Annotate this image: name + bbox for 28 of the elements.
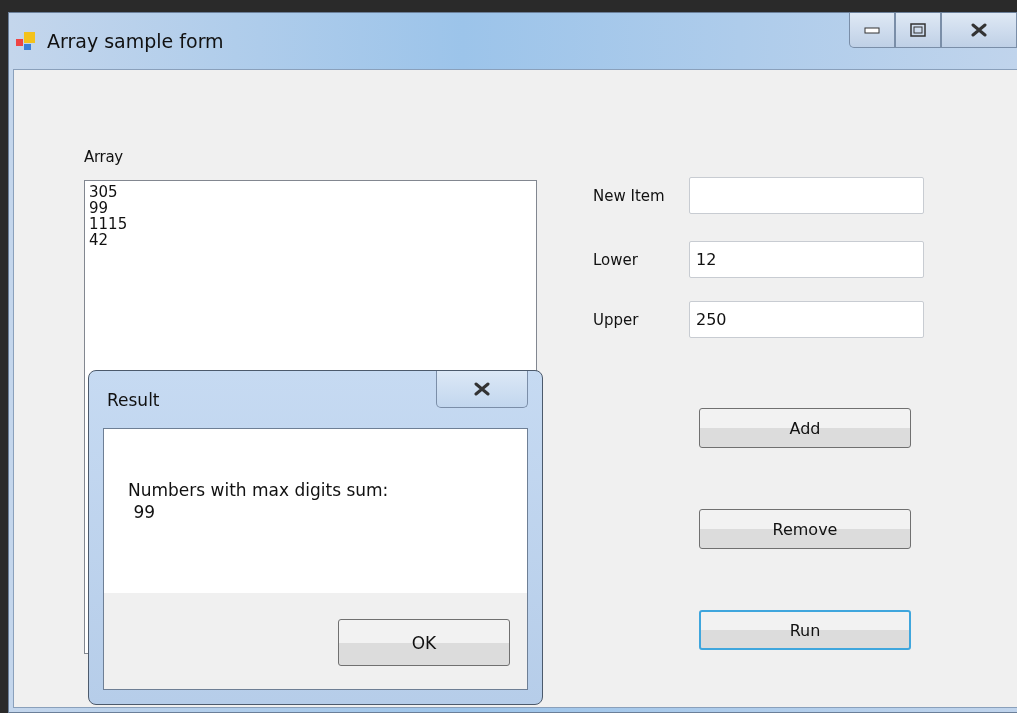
message-text: 99 <box>132 501 157 523</box>
dialog-title: Result <box>106 389 160 410</box>
close-button[interactable] <box>941 13 1017 48</box>
window-title: Array sample form <box>47 30 224 52</box>
field-label: New Item <box>593 186 666 205</box>
input-field[interactable]: 250 <box>689 301 924 338</box>
list-label: Array <box>84 148 124 166</box>
field-label: Upper <box>593 310 640 329</box>
action-button[interactable]: Run <box>699 610 911 650</box>
close-button[interactable] <box>436 371 528 408</box>
input-field[interactable] <box>689 177 924 214</box>
app-icon <box>15 30 37 52</box>
message-text: Numbers with max digits sum: <box>128 479 390 501</box>
field-label: Lower <box>593 250 639 269</box>
ok-button[interactable]: OK <box>338 619 510 666</box>
minimize-button[interactable] <box>849 13 895 48</box>
close-icon <box>473 382 491 396</box>
list-item[interactable]: 99 <box>89 200 532 216</box>
list-item[interactable]: 1115 <box>89 216 532 232</box>
maximize-icon <box>910 23 926 37</box>
action-button[interactable]: Remove <box>699 509 911 549</box>
maximize-button[interactable] <box>895 13 941 48</box>
input-field[interactable]: 12 <box>689 241 924 278</box>
list-item[interactable]: 305 <box>89 184 532 200</box>
close-icon <box>970 23 988 37</box>
action-button[interactable]: Add <box>699 408 911 448</box>
list-item[interactable]: 42 <box>89 232 532 248</box>
minimize-icon <box>864 26 880 34</box>
